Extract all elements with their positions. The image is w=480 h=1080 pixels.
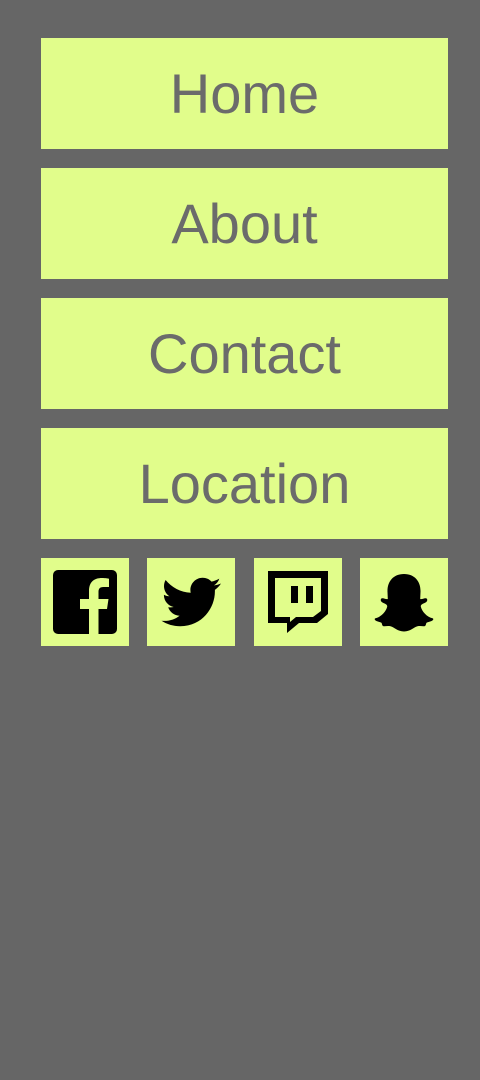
snapchat-button[interactable] xyxy=(360,558,448,646)
social-links xyxy=(41,558,448,646)
main-nav: Home About Contact Location xyxy=(41,38,448,558)
twitter-button[interactable] xyxy=(147,558,235,646)
snapchat-icon xyxy=(374,574,434,632)
nav-about-button[interactable]: About xyxy=(41,168,448,279)
twitter-icon xyxy=(161,577,221,627)
nav-home-button[interactable]: Home xyxy=(41,38,448,149)
facebook-icon xyxy=(53,570,117,634)
twitch-icon xyxy=(268,571,328,633)
twitch-button[interactable] xyxy=(254,558,342,646)
nav-contact-button[interactable]: Contact xyxy=(41,298,448,409)
nav-location-button[interactable]: Location xyxy=(41,428,448,539)
facebook-button[interactable] xyxy=(41,558,129,646)
